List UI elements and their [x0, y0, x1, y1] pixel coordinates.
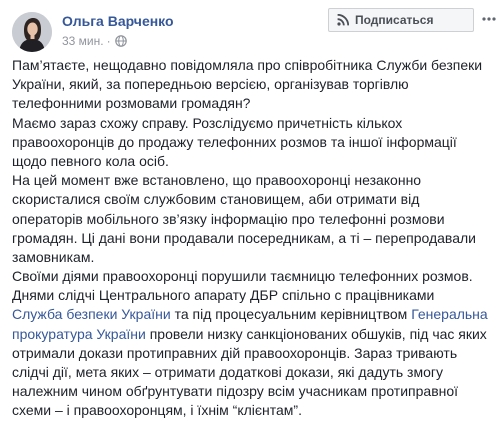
post-text-line: слідчі дії, мета яких – отримати додатко…: [12, 363, 498, 382]
post-timestamp[interactable]: 33 мин.: [62, 34, 104, 48]
post-text-line: На цей момент вже встановлено, що правоо…: [12, 171, 498, 190]
post-body: Пам’ятаєте, нещодавно повідомляла про сп…: [12, 56, 498, 421]
post-text-segment: Маємо зараз схожу справу. Розслідуємо пр…: [12, 114, 403, 131]
post-text-segment: телефонними розмовами громадян?: [12, 95, 251, 112]
post-text-segment: слідчі дії, мета яких – отримати додатко…: [12, 364, 443, 380]
author-name[interactable]: Ольга Варченко: [62, 13, 174, 29]
more-dots-icon: [482, 17, 496, 21]
avatar[interactable]: [12, 12, 52, 52]
post-text-segment: Пам’ятаєте, нещодавно повідомляла про сп…: [12, 57, 483, 73]
post-text-line: скористалися своїм службовим становищем,…: [12, 190, 498, 209]
subscribe-label: Подписаться: [355, 13, 434, 27]
post-text-line: отримали докази протиправних дій правоох…: [12, 344, 498, 363]
post-text-segment: правоохоронців до продажу телефонних роз…: [12, 133, 457, 150]
more-options-button[interactable]: [480, 10, 498, 28]
post-text-line: схеми – і правоохоронцям, і їхнім “клієн…: [12, 401, 498, 420]
facebook-post: Ольга Варченко 33 мин. · Подписаться Пам…: [0, 0, 502, 421]
post-text-segment: належним чином обґрунтувати підозру всім…: [12, 383, 459, 400]
post-text-segment: Днями слідчі Центрального апарату ДБР сп…: [12, 287, 435, 304]
post-text-segment: операторів мобільного зв’язку інформацію…: [12, 210, 445, 227]
post-text-segment: замовникам.: [12, 248, 95, 265]
post-text-line: Пам’ятаєте, нещодавно повідомляла про сп…: [12, 56, 498, 75]
post-text-line: належним чином обґрунтувати підозру всім…: [12, 382, 498, 401]
post-text-segment: громадян. Ці дані вони продавали посеред…: [12, 229, 476, 246]
post-text-line: Маємо зараз схожу справу. Розслідуємо пр…: [12, 114, 498, 133]
post-text-segment: Своїми діями правоохоронці порушили таєм…: [12, 268, 473, 285]
post-text-segment: На цей момент вже встановлено, що правоо…: [12, 172, 422, 189]
post-text-line: правоохоронців до продажу телефонних роз…: [12, 133, 498, 152]
post-text-segment: скористалися своїм службовим становищем,…: [12, 191, 420, 208]
post-text-line: замовникам.: [12, 248, 498, 267]
meta-separator: ·: [106, 34, 111, 48]
post-text-segment: схеми – і правоохоронцям, і їхнім “клієн…: [12, 402, 302, 419]
post-text-segment: України, який, за попередньою версією, о…: [12, 76, 409, 93]
subscribe-button[interactable]: Подписаться: [328, 8, 474, 32]
post-text-line: громадян. Ці дані вони продавали посеред…: [12, 229, 498, 248]
post-text-line: телефонними розмовами громадян?: [12, 94, 498, 113]
post-text-line: Своїми діями правоохоронці порушили таєм…: [12, 267, 498, 286]
post-text-line: операторів мобільного зв’язку інформацію…: [12, 210, 498, 229]
globe-icon[interactable]: [114, 35, 127, 47]
post-text-line: прокуратура України провели низку санкці…: [12, 325, 498, 344]
post-text-line: України, який, за попередньою версією, о…: [12, 75, 498, 94]
page-mention-link[interactable]: Служба безпеки України: [12, 306, 171, 322]
page-mention-link[interactable]: Генеральна: [411, 306, 488, 322]
post-text-segment: провели низку санкціонованих обшуків, пі…: [145, 325, 487, 342]
rss-icon: [337, 14, 349, 26]
post-text-segment: щодо певного кола осіб.: [12, 152, 169, 169]
avatar-photo: [12, 12, 52, 52]
post-text-segment: та під процесуальним керівництвом: [170, 306, 412, 323]
post-text-segment: отримали докази протиправних дій правоох…: [12, 344, 458, 361]
page-mention-link[interactable]: прокуратура України: [12, 326, 146, 342]
post-text-line: Служба безпеки України та під процесуаль…: [12, 305, 498, 324]
post-text-line: щодо певного кола осіб.: [12, 152, 498, 171]
post-meta: 33 мин. ·: [62, 33, 127, 49]
post-text-line: Днями слідчі Центрального апарату ДБР сп…: [12, 286, 498, 305]
